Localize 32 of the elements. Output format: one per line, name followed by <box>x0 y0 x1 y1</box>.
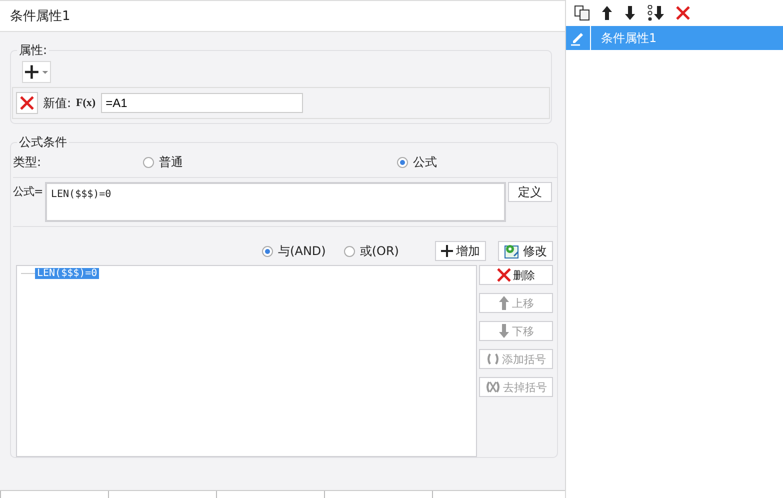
radio-button[interactable]: 公式 <box>397 154 437 170</box>
arrow-down-icon[interactable] <box>624 5 636 21</box>
add-dropdown-button[interactable] <box>22 61 51 83</box>
close-icon <box>497 268 511 282</box>
radio-button[interactable]: 与(AND) <box>262 242 326 260</box>
parentheses-icon <box>486 352 500 366</box>
formula-field[interactable]: LEN($$$)=0 <box>45 182 506 222</box>
modify-button[interactable]: 修改 <box>498 241 553 261</box>
delete-icon[interactable] <box>676 6 690 20</box>
radio-button[interactable]: 普通 <box>143 154 397 170</box>
group-legend: 属性: <box>17 42 50 59</box>
plus-icon <box>441 245 453 257</box>
radio-button[interactable]: 或(OR) <box>344 242 399 260</box>
formula-label: 公式= <box>13 184 44 199</box>
add-button[interactable]: 增加 <box>435 241 486 261</box>
close-icon <box>20 96 34 110</box>
crossed-parentheses-icon <box>485 380 501 394</box>
arrow-up-icon <box>498 296 510 310</box>
remove-button[interactable] <box>16 92 38 114</box>
formula-button[interactable]: F(x) <box>76 93 96 113</box>
delete-button[interactable]: 删除 <box>479 265 553 285</box>
move-to-bottom-icon[interactable] <box>647 5 665 21</box>
value-label: 新值: <box>43 94 72 112</box>
arrow-down-icon <box>498 324 510 338</box>
copy-icon[interactable] <box>574 5 590 21</box>
edit-icon <box>504 243 520 259</box>
define-button[interactable]: 定义 <box>508 182 552 202</box>
value-field[interactable]: =A1 <box>100 93 303 113</box>
window-title: 条件属性1 <box>10 8 70 25</box>
type-label: 类型: <box>13 154 42 170</box>
arrow-up-icon[interactable] <box>601 5 613 21</box>
group-legend: 公式条件 <box>17 134 69 151</box>
